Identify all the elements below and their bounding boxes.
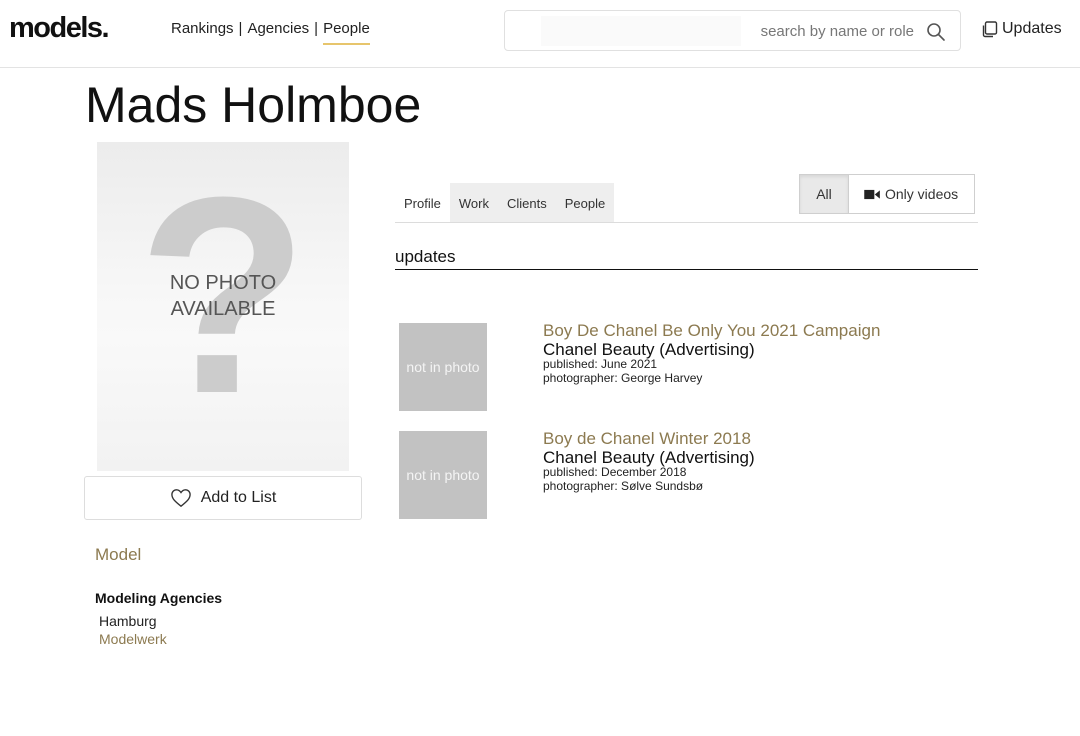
updates-link[interactable]: Updates (981, 20, 1062, 38)
site-logo[interactable]: models. (9, 12, 110, 45)
video-camera-icon (864, 189, 880, 199)
heart-icon (170, 489, 191, 508)
only-videos-label: Only videos (885, 186, 959, 202)
filter-only-videos-button[interactable]: Only videos (849, 175, 975, 213)
nav-rankings[interactable]: Rankings (171, 20, 234, 43)
update-title-link[interactable]: Boy de Chanel Winter 2018 (543, 429, 751, 449)
agency-city: Hamburg (99, 613, 157, 629)
updates-label: Updates (1002, 20, 1062, 37)
agencies-heading: Modeling Agencies (95, 590, 223, 606)
update-photographer: photographer: George Harvey (543, 371, 703, 385)
profile-tabs: Profile Work Clients People (395, 183, 615, 223)
copy-icon (982, 21, 998, 38)
site-header: models. Rankings | Agencies | People Upd… (0, 0, 1080, 68)
updates-divider (395, 269, 978, 270)
search-input[interactable] (614, 20, 914, 42)
update-item: not in photo Boy De Chanel Be Only You 2… (399, 321, 979, 413)
no-photo-text: NO PHOTO AVAILABLE (97, 270, 349, 322)
update-thumbnail[interactable]: not in photo (399, 431, 487, 519)
update-published: published: December 2018 (543, 465, 687, 479)
tabs-divider (395, 222, 978, 223)
search-box (504, 10, 961, 51)
update-photographer: photographer: Sølve Sundsbø (543, 479, 704, 493)
add-to-list-label: Add to List (200, 489, 277, 506)
tab-people[interactable]: People (555, 183, 615, 223)
filter-all-button[interactable]: All (800, 175, 849, 213)
nav-separator: | (314, 20, 319, 37)
add-to-list-button[interactable]: Add to List (84, 476, 362, 520)
media-filter: All Only videos (799, 174, 976, 214)
tab-clients[interactable]: Clients (497, 183, 556, 223)
update-item: not in photo Boy de Chanel Winter 2018 C… (399, 429, 979, 521)
update-title-link[interactable]: Boy De Chanel Be Only You 2021 Campaign (543, 321, 880, 341)
profession-label: Model (95, 545, 142, 564)
profile-photo-placeholder: ? NO PHOTO AVAILABLE (97, 142, 349, 471)
update-thumbnail[interactable]: not in photo (399, 323, 487, 411)
agency-link[interactable]: Modelwerk (99, 631, 167, 647)
nav-agencies[interactable]: Agencies (247, 20, 309, 43)
tab-work[interactable]: Work (449, 183, 498, 223)
nav-people[interactable]: People (323, 20, 370, 45)
no-photo-line-2: AVAILABLE (170, 298, 276, 320)
nav-separator: | (238, 20, 243, 37)
main-nav: Rankings | Agencies | People (171, 20, 370, 45)
search-icon[interactable] (926, 22, 946, 42)
update-published: published: June 2021 (543, 357, 658, 371)
tab-profile[interactable]: Profile (395, 183, 450, 223)
page-title: Mads Holmboe (85, 77, 422, 133)
updates-heading: updates (395, 247, 456, 266)
no-photo-line-1: NO PHOTO (169, 272, 277, 294)
